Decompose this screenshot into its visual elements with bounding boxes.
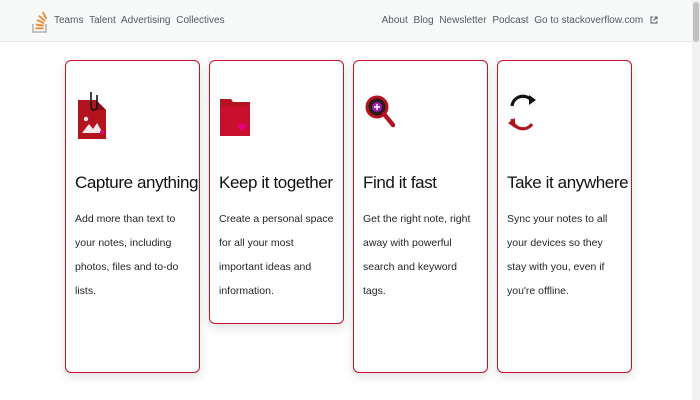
nav-link-talent[interactable]: Talent [89, 15, 116, 26]
top-left-nav: Teams Talent Advertising Collectives [54, 15, 228, 26]
feature-card-together: Keep it together Create a personal space… [209, 60, 344, 324]
attachment-image-icon [78, 92, 106, 139]
sync-arrows-icon [508, 94, 536, 131]
feature-card-capture: Capture anything Add more than text to y… [65, 60, 200, 373]
top-bar: Teams Talent Advertising Collectives Abo… [0, 0, 700, 42]
card-title: Take it anywhere [507, 173, 629, 192]
magnifier-icon [365, 95, 396, 128]
nav-link-podcast[interactable]: Podcast [492, 15, 528, 26]
page-scrollbar[interactable] [692, 0, 700, 400]
folder-heart-icon [220, 99, 250, 136]
card-title: Find it fast [363, 173, 437, 192]
card-description: Sync your notes to all your devices so t… [507, 213, 608, 297]
nav-link-collectives[interactable]: Collectives [176, 15, 224, 26]
nav-link-blog[interactable]: Blog [414, 15, 434, 26]
nav-link-about[interactable]: About [382, 15, 408, 26]
feature-card-find: Find it fast Get the right note, right a… [353, 60, 488, 373]
card-description: Create a personal space for all your mos… [219, 213, 334, 297]
nav-link-newsletter[interactable]: Newsletter [439, 15, 486, 26]
stackoverflow-logo-icon[interactable] [32, 9, 48, 33]
card-description: Add more than text to your notes, includ… [75, 213, 179, 297]
top-right-nav: About Blog Newsletter Podcast Go to stac… [379, 15, 658, 26]
feature-card-anywhere: Take it anywhere Sync your notes to all … [497, 60, 632, 373]
scrollbar-thumb[interactable] [693, 2, 699, 42]
card-description: Get the right note, right away with powe… [363, 213, 471, 297]
card-title: Capture anything [75, 173, 199, 192]
nav-link-advertising[interactable]: Advertising [121, 15, 170, 26]
nav-link-stackoverflow[interactable]: Go to stackoverflow.com [534, 15, 643, 26]
external-link-icon[interactable] [650, 16, 658, 24]
card-title: Keep it together [219, 173, 333, 192]
nav-link-teams[interactable]: Teams [54, 15, 83, 26]
